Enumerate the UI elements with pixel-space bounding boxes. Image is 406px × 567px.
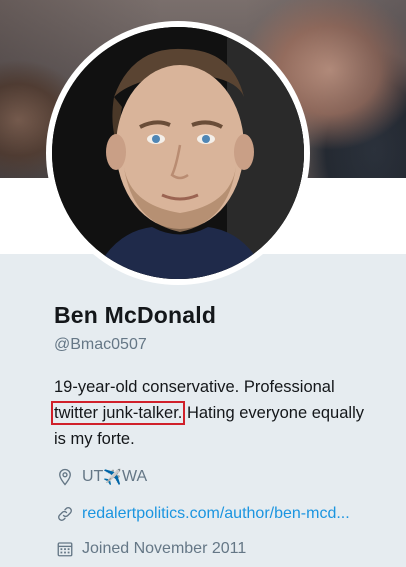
location-to: WA — [122, 468, 148, 485]
bio-text-part1: 19-year-old conservative. Professional — [54, 378, 335, 396]
profile-avatar[interactable] — [46, 21, 310, 285]
location-from: UT — [82, 468, 104, 485]
profile-joined-date: Joined November 2011 — [56, 540, 246, 558]
profile-bio: 19-year-old conservative. Professional t… — [50, 374, 374, 452]
profile-handle[interactable]: @Bmac0507 — [54, 336, 147, 354]
link-icon — [56, 505, 74, 523]
profile-page: Ben McDonald @Bmac0507 19-year-old conse… — [0, 0, 406, 567]
map-pin-icon — [56, 468, 74, 486]
avatar-face-illustration — [52, 27, 304, 279]
bio-highlighted-text: twitter junk-talker. — [50, 401, 186, 425]
profile-name[interactable]: Ben McDonald — [54, 302, 216, 329]
profile-location: UT ✈️ WA — [56, 468, 147, 486]
calendar-icon — [56, 540, 74, 558]
airplane-icon: ✈️ — [103, 469, 123, 486]
website-link[interactable]: redalertpolitics.com/author/ben-mcd... — [82, 505, 350, 523]
joined-text: Joined November 2011 — [82, 540, 247, 557]
avatar-photo — [52, 27, 304, 279]
profile-website: redalertpolitics.com/author/ben-mcd... — [56, 505, 350, 523]
